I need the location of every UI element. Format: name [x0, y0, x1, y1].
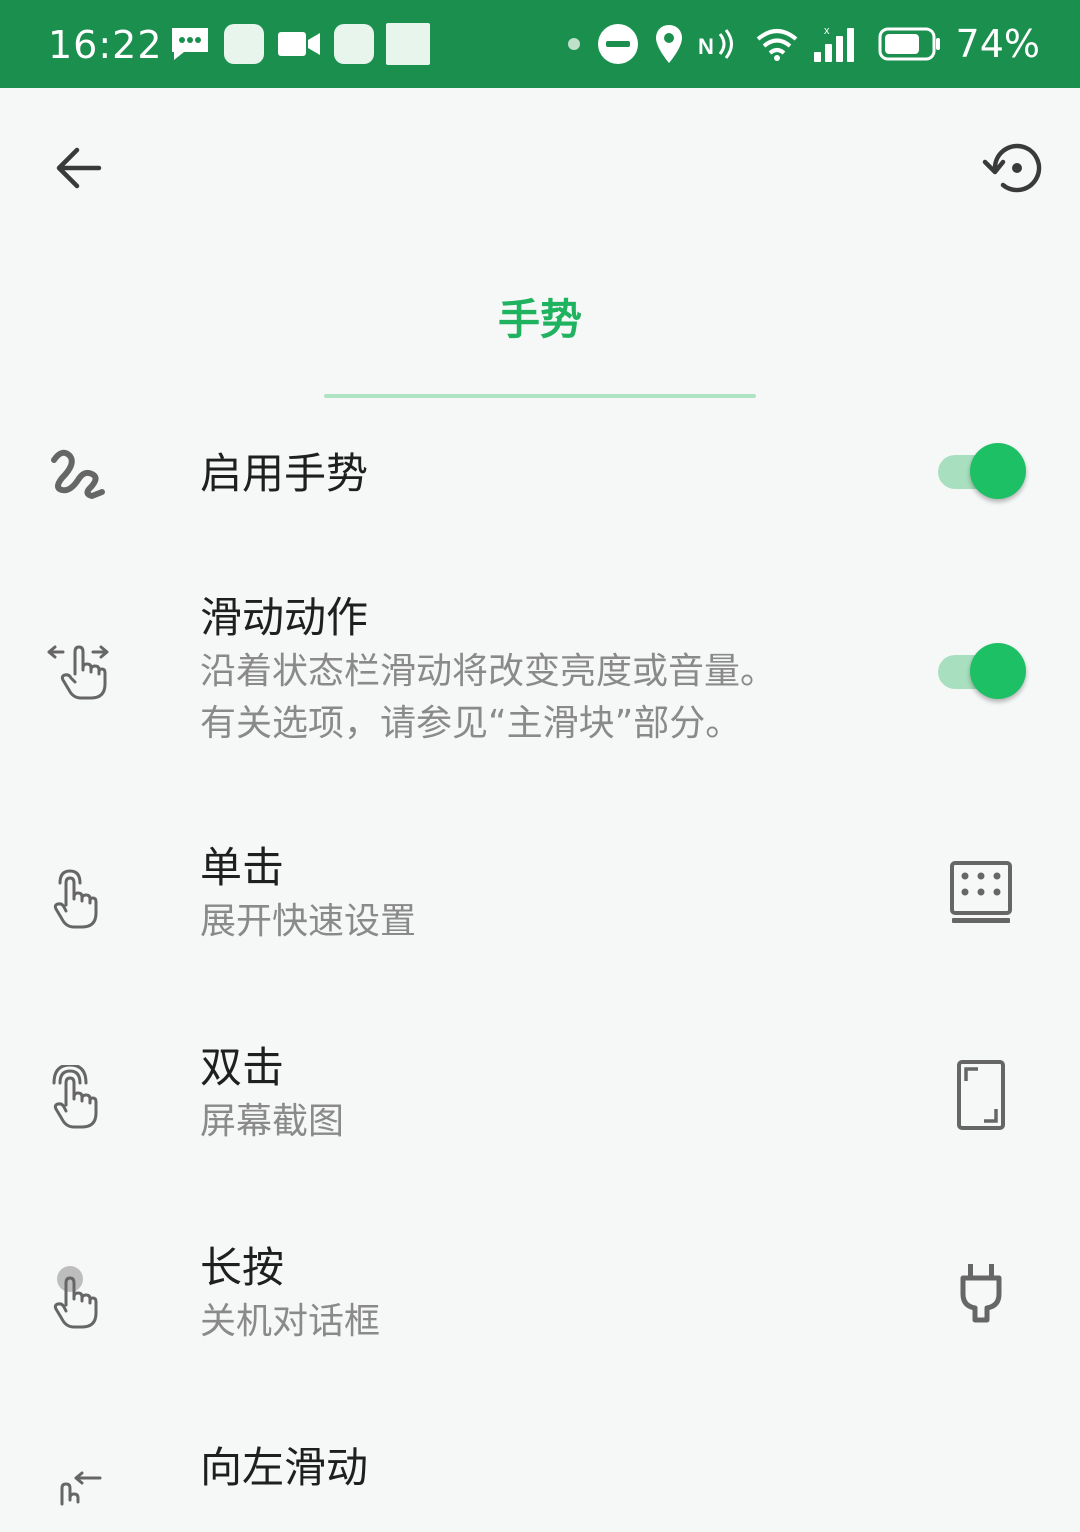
row-text: 滑动动作 沿着状态栏滑动将改变亮度或音量。 有关选项，请参见“主滑块”部分。 [200, 590, 860, 750]
row-text: 长按 关机对话框 [200, 1240, 900, 1348]
do-not-disturb-icon [597, 24, 638, 64]
row-text: 启用手势 [200, 446, 900, 502]
svg-text:N: N [698, 34, 714, 59]
message-icon [172, 28, 208, 60]
setting-single-tap[interactable]: 单击 展开快速设置 [0, 840, 1080, 960]
row-subtitle: 关机对话框 [200, 1301, 381, 1342]
row-subtitle: 沿着状态栏滑动将改变亮度或音量。 [200, 651, 777, 692]
svg-text:x: x [824, 25, 830, 37]
row-icon-wrap [40, 634, 116, 710]
top-app-bar [0, 88, 1080, 248]
tap-hand-icon [53, 869, 98, 929]
screenshot-icon [957, 1060, 1005, 1130]
row-subtitle-2: 有关选项，请参见“主滑块”部分。 [200, 703, 742, 744]
notification-icons [168, 22, 442, 66]
row-title: 启用手势 [200, 449, 369, 498]
row-icon-wrap [40, 1456, 116, 1532]
long-press-hand-icon [53, 1266, 98, 1329]
app-icon [334, 24, 374, 64]
row-text: 双击 屏幕截图 [200, 1040, 900, 1148]
app-icon [224, 24, 264, 64]
row-title: 滑动动作 [200, 593, 369, 642]
row-subtitle: 屏幕截图 [200, 1101, 345, 1142]
app-icon [386, 23, 430, 65]
swipe-horizontal-hand-icon [47, 645, 109, 700]
toggle-switch [936, 441, 1026, 501]
battery-icon [878, 27, 940, 61]
setting-swipe-action[interactable]: 滑动动作 沿着状态栏滑动将改变亮度或音量。 有关选项，请参见“主滑块”部分。 [0, 590, 1080, 770]
power-plug-icon [960, 1264, 1002, 1323]
wifi-icon [756, 29, 797, 61]
gesture-squiggle-icon [51, 449, 105, 499]
status-time: 16:22 [48, 23, 163, 67]
restore-icon [982, 143, 1042, 193]
row-title: 单击 [200, 843, 285, 892]
location-icon [655, 25, 682, 63]
row-title: 双击 [200, 1043, 285, 1092]
quick-settings-grid-icon [950, 861, 1012, 923]
long-press-action-button[interactable] [936, 1248, 1026, 1338]
row-icon-wrap [40, 1060, 116, 1136]
dot-icon [567, 38, 580, 50]
double-tap-action-button[interactable] [936, 1050, 1026, 1140]
double-tap-hand-icon [52, 1065, 98, 1129]
enable-gestures-toggle[interactable] [936, 426, 1026, 516]
video-icon [278, 32, 320, 56]
back-button[interactable] [40, 136, 116, 200]
row-icon-wrap [40, 434, 116, 510]
toggle-switch [936, 641, 1026, 701]
tab-indicator [324, 394, 756, 398]
row-title: 向左滑动 [200, 1443, 369, 1492]
row-icon-wrap [40, 1260, 116, 1336]
signal-icon: x [813, 25, 854, 62]
toggle-thumb [970, 443, 1026, 499]
row-text: 向左滑动 [200, 1440, 900, 1496]
row-title: 长按 [200, 1243, 285, 1292]
row-text: 单击 展开快速设置 [200, 840, 900, 948]
reset-button[interactable] [976, 132, 1048, 204]
setting-double-tap[interactable]: 双击 屏幕截图 [0, 1040, 1080, 1160]
setting-long-press[interactable]: 长按 关机对话框 [0, 1240, 1080, 1360]
nfc-icon: N [698, 29, 733, 59]
row-icon-wrap [40, 860, 116, 936]
single-tap-action-button[interactable] [936, 848, 1026, 938]
setting-enable-gestures[interactable]: 启用手势 [0, 420, 1080, 530]
tab-label: 手势 [497, 295, 582, 344]
setting-swipe-left[interactable]: 向左滑动 [0, 1440, 1080, 1506]
arrow-left-icon [56, 147, 102, 189]
system-icons: N x 74% [552, 18, 1040, 70]
row-subtitle: 展开快速设置 [200, 901, 417, 942]
toggle-thumb [970, 643, 1026, 699]
tab-gestures[interactable]: 手势 [324, 280, 756, 398]
swipe-left-hand-icon [60, 1471, 102, 1506]
swipe-action-toggle[interactable] [936, 626, 1026, 716]
status-bar: 16:22 N x 74% [0, 0, 1080, 88]
battery-percent: 74% [955, 22, 1040, 66]
